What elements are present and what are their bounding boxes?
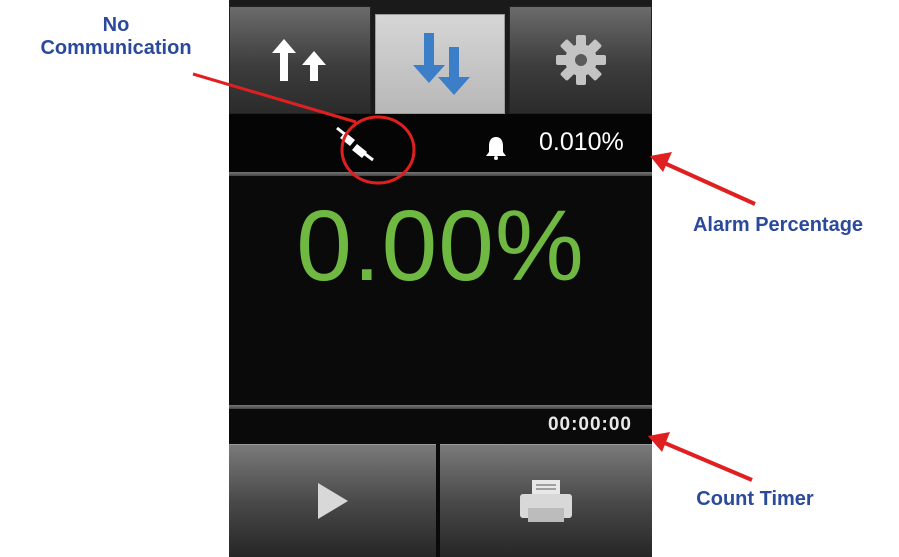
callout-count-timer: Count Timer (696, 488, 814, 510)
alarm-percentage-value: 0.010% (539, 128, 624, 156)
play-button[interactable] (229, 444, 436, 557)
divider-bottom (229, 405, 652, 409)
main-readout: 0.00% (296, 190, 585, 302)
callout-no-communication: No Communication (16, 14, 216, 60)
print-button[interactable] (440, 444, 652, 557)
arrow-timer-line (659, 439, 753, 482)
printer-icon (520, 480, 572, 522)
sort-up-icon (272, 39, 326, 81)
count-timer-value: 00:00:00 (547, 414, 632, 435)
arrow-alarm-line (661, 160, 756, 206)
top-toolbar (229, 0, 652, 114)
sort-down-icon (413, 33, 470, 95)
device-screen: 0.010% 0.00% 00:00:00 (229, 0, 652, 557)
callout-no-communication-line1: No (102, 14, 130, 36)
callout-no-communication-line2: Communication (40, 37, 192, 59)
play-icon (317, 483, 348, 519)
gear-icon (555, 35, 606, 85)
tab-sort-down[interactable] (375, 14, 505, 114)
unplugged-icon (336, 126, 374, 162)
callout-alarm-percentage: Alarm Percentage (692, 214, 864, 236)
divider-top (229, 172, 652, 176)
tab-sort-up[interactable] (229, 6, 371, 114)
arrow-alarm-head (650, 152, 672, 172)
bell-icon (486, 137, 506, 160)
tab-settings[interactable] (509, 6, 652, 114)
